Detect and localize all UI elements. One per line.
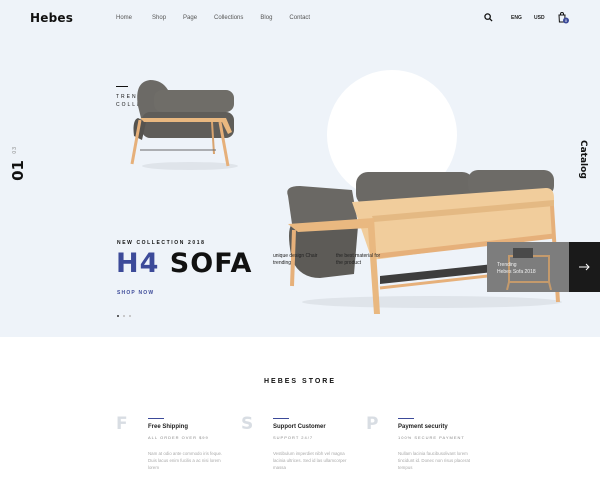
feature-free-shipping: F Free Shipping ALL ORDER OVER $99 Nam a… xyxy=(116,414,236,489)
new-collection-label: NEW COLLECTION 2018 xyxy=(117,240,206,246)
slide-current: 01 xyxy=(9,160,27,181)
nav-page[interactable]: Page xyxy=(183,15,197,21)
hero-slider: Hebes Home Shop Page Collections Blog Co… xyxy=(0,0,600,337)
preview-caption-line-2: Hebes Sofa 2018 xyxy=(497,269,536,275)
catalog-label: Catalog xyxy=(578,140,588,179)
arrow-right-icon xyxy=(579,263,590,271)
shop-now-link[interactable]: SHOP NOW xyxy=(117,290,154,296)
slider-dot-1[interactable] xyxy=(117,315,119,317)
slider-dot-3[interactable] xyxy=(129,315,131,317)
nav-collections[interactable]: Collections xyxy=(214,15,243,21)
nav-home[interactable]: Home xyxy=(116,15,132,21)
feature-subtitle: SUPPORT 24/7 xyxy=(273,435,314,440)
nav-blog[interactable]: Blog xyxy=(260,15,272,21)
feature-accent-line xyxy=(148,418,164,419)
chair-image xyxy=(130,80,238,170)
sofa-image xyxy=(287,170,562,314)
hero-title-model: H4 xyxy=(116,248,160,279)
feature-title: Support Customer xyxy=(273,424,326,430)
feature-letter: P xyxy=(366,414,379,434)
caption-line xyxy=(116,86,128,87)
page: Hebes Home Shop Page Collections Blog Co… xyxy=(0,0,600,489)
hero-feature-material: the best material for the product xyxy=(336,253,381,266)
nav-contact[interactable]: Contact xyxy=(289,15,310,21)
store-section-title: HEBES STORE xyxy=(263,378,337,385)
feature-letter: S xyxy=(241,414,254,434)
site-logo[interactable]: Hebes xyxy=(30,11,73,25)
feature-payment-security: P Payment security 100% SECURE PAYMENT N… xyxy=(366,414,486,489)
feature-letter: F xyxy=(116,414,128,434)
slider-dot-2[interactable] xyxy=(123,315,125,317)
cart-icon[interactable]: 0 xyxy=(557,11,569,25)
feature-subtitle: ALL ORDER OVER $99 xyxy=(148,435,209,440)
next-slide-preview[interactable]: Trending Hebes Sofa 2018 xyxy=(487,242,569,292)
language-selector[interactable]: ENG xyxy=(511,15,522,21)
currency-selector[interactable]: USD xyxy=(534,15,545,21)
feature-title: Free Shipping xyxy=(148,424,189,430)
feature-subtitle: 100% SECURE PAYMENT xyxy=(398,435,465,440)
catalog-toggle[interactable]: Catalog xyxy=(576,140,594,192)
feature-title: Payment security xyxy=(398,424,448,430)
feature-description: Nullam lacinia faucibusolivant lorem tin… xyxy=(398,451,470,470)
slider-dots xyxy=(117,315,131,317)
feature-accent-line xyxy=(273,418,289,419)
feature-description: Vestibulum imperdiet nibh vel magna laci… xyxy=(273,451,347,470)
site-header: Hebes Home Shop Page Collections Blog Co… xyxy=(0,0,600,36)
feature-accent-line xyxy=(398,418,414,419)
slide-total: 03 xyxy=(12,146,18,154)
feature-support-customer: S Support Customer SUPPORT 24/7 Vestibul… xyxy=(241,414,361,489)
main-nav: Home Shop Page Collections Blog Contact xyxy=(116,15,327,21)
hero-feature-design: unique design Chair trending xyxy=(273,253,318,266)
search-icon[interactable] xyxy=(484,13,493,22)
header-actions: ENG USD 0 xyxy=(484,11,574,25)
preview-caption: Trending Hebes Sofa 2018 xyxy=(497,262,536,276)
feature-description: Nam at odio ante commodo iris feque. Dui… xyxy=(148,451,223,470)
slide-counter: 03 01 xyxy=(6,146,28,186)
next-slide-button[interactable] xyxy=(569,242,600,292)
hero-title: H4 SOFA xyxy=(116,248,252,279)
hero-title-product: SOFA xyxy=(169,248,253,279)
nav-shop[interactable]: Shop xyxy=(152,15,166,21)
preview-caption-line-1: Trending xyxy=(497,262,517,268)
